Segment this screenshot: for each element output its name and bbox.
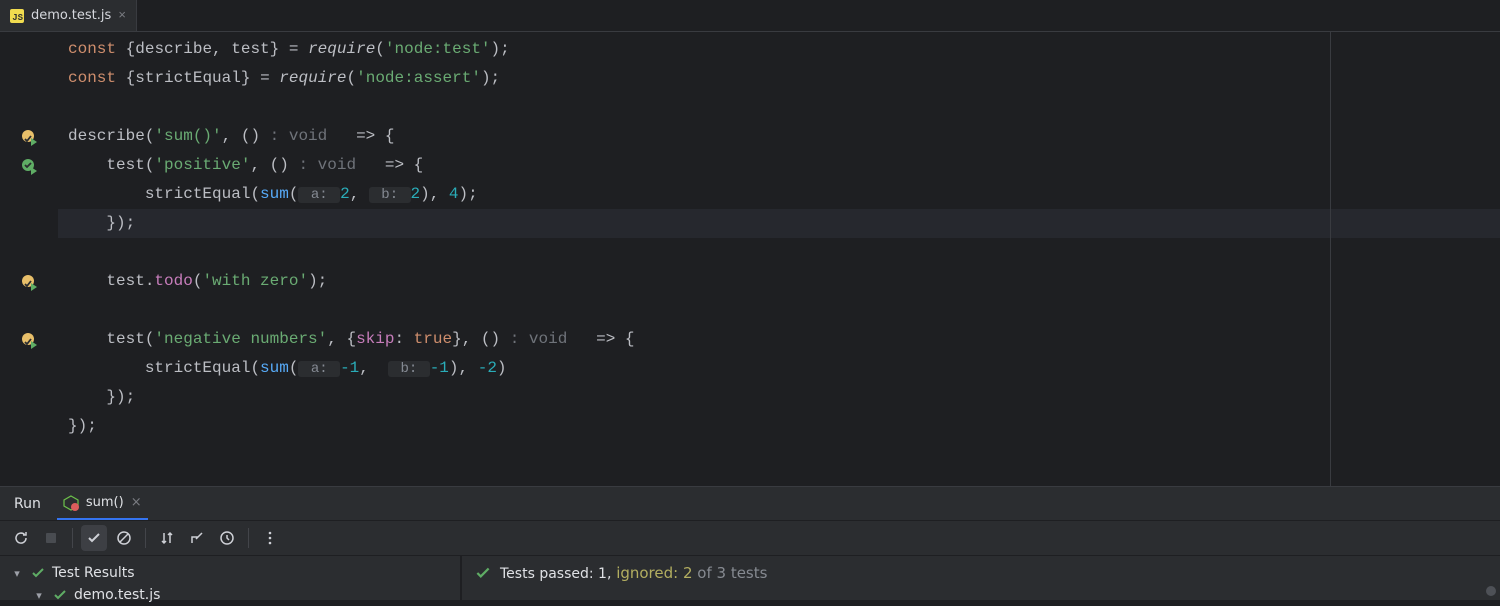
code-line[interactable]: strictEqual(sum( a: 2, b: 2), 4);: [58, 180, 1500, 209]
run-test-passed-icon[interactable]: [21, 158, 37, 174]
separator: [145, 528, 146, 548]
test-results-panel: ▾ Test Results ▾ demo.test.js Tests pass…: [0, 556, 1500, 600]
separator: [72, 528, 73, 548]
nodejs-icon: [63, 495, 79, 511]
more-options-button[interactable]: [257, 525, 283, 551]
test-output[interactable]: Tests passed: 1, ignored: 2 of 3 tests: [462, 556, 1500, 600]
code-line[interactable]: });: [58, 383, 1500, 412]
history-button[interactable]: [214, 525, 240, 551]
editor-tab[interactable]: JS demo.test.js ×: [0, 0, 137, 31]
tree-label: demo.test.js: [74, 587, 160, 603]
run-test-icon[interactable]: [21, 129, 37, 145]
test-toolbar: [0, 520, 1500, 556]
run-test-icon[interactable]: [21, 332, 37, 348]
javascript-file-icon: JS: [10, 9, 24, 23]
rerun-button[interactable]: [8, 525, 34, 551]
code-line[interactable]: });: [58, 209, 1500, 238]
sort-button[interactable]: [154, 525, 180, 551]
run-config-tab[interactable]: sum() ×: [57, 487, 148, 520]
run-panel-title[interactable]: Run: [14, 496, 41, 512]
separator: [248, 528, 249, 548]
stop-button[interactable]: [38, 525, 64, 551]
tests-total-text: of 3 tests: [693, 564, 768, 582]
run-test-icon[interactable]: [21, 274, 37, 290]
code-line[interactable]: [58, 238, 1500, 267]
close-icon[interactable]: ×: [118, 8, 126, 23]
scrollbar[interactable]: [1486, 586, 1496, 596]
close-icon[interactable]: ×: [131, 495, 142, 510]
tests-ignored-text: ignored: 2: [616, 564, 692, 582]
code-line[interactable]: const {describe, test} = require('node:t…: [58, 35, 1500, 64]
code-editor[interactable]: const {describe, test} = require('node:t…: [0, 32, 1500, 486]
test-passed-icon: [474, 564, 492, 582]
show-passed-button[interactable]: [81, 525, 107, 551]
run-config-name: sum(): [86, 495, 124, 510]
code-line[interactable]: [58, 296, 1500, 325]
chevron-down-icon[interactable]: ▾: [10, 567, 24, 580]
run-panel-header: Run sum() ×: [0, 486, 1500, 520]
code-line[interactable]: test.todo('with zero');: [58, 267, 1500, 296]
code-line[interactable]: test('negative numbers', {skip: true}, (…: [58, 325, 1500, 354]
tree-file[interactable]: ▾ demo.test.js: [10, 584, 450, 606]
show-ignored-button[interactable]: [111, 525, 137, 551]
code-line[interactable]: });: [58, 412, 1500, 441]
code-line[interactable]: describe('sum()', () : void => {: [58, 122, 1500, 151]
tree-label: Test Results: [52, 565, 135, 581]
code-line[interactable]: const {strictEqual} = require('node:asse…: [58, 64, 1500, 93]
tab-filename: demo.test.js: [31, 8, 111, 23]
tests-passed-text: Tests passed: 1,: [500, 566, 611, 582]
editor-gutter: [0, 32, 58, 486]
code-content[interactable]: const {describe, test} = require('node:t…: [58, 32, 1500, 486]
test-passed-icon: [52, 587, 68, 603]
tree-root[interactable]: ▾ Test Results: [10, 562, 450, 584]
code-line[interactable]: strictEqual(sum( a: -1, b: -1), -2): [58, 354, 1500, 383]
editor-tab-bar: JS demo.test.js ×: [0, 0, 1500, 32]
test-tree[interactable]: ▾ Test Results ▾ demo.test.js: [0, 556, 462, 600]
code-line[interactable]: test('positive', () : void => {: [58, 151, 1500, 180]
expand-all-button[interactable]: [184, 525, 210, 551]
right-margin-ruler: [1330, 32, 1331, 486]
test-passed-icon: [30, 565, 46, 581]
code-line[interactable]: [58, 93, 1500, 122]
